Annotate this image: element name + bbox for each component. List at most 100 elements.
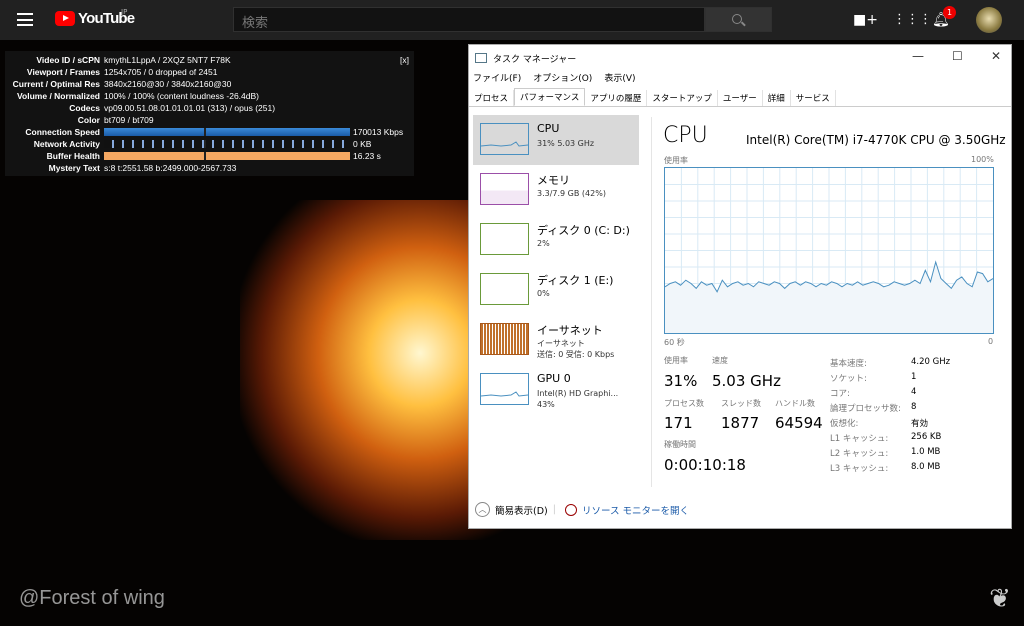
process-value: 171 xyxy=(664,414,693,432)
menu-icon[interactable] xyxy=(17,13,33,26)
tab-2[interactable]: アプリの履歴 xyxy=(585,90,648,106)
close-stats-button[interactable]: [x] xyxy=(400,55,409,65)
resource-detail: イーサネット 送信: 0 受信: 0 Kbps xyxy=(537,338,614,360)
resource-thumbnail xyxy=(480,123,529,155)
tab-6[interactable]: サービス xyxy=(791,90,836,106)
stats-label: Viewport / Frames xyxy=(26,67,100,77)
youtube-logo-icon[interactable] xyxy=(55,11,75,26)
thread-value: 1877 xyxy=(721,414,760,432)
resource-thumbnail xyxy=(480,373,529,405)
stats-row: Codecs vp09.00.51.08.01.01.01.01 (313) / … xyxy=(5,102,414,114)
simple-view-button[interactable]: 簡易表示(D) xyxy=(495,503,548,517)
stats-value: 100% / 100% (content loudness -26.4dB) xyxy=(104,91,259,101)
search-button[interactable] xyxy=(705,7,772,32)
window-title: タスク マネージャー xyxy=(493,55,577,65)
resource-item[interactable]: GPU 0 Intel(R) HD Graphi... 43% xyxy=(473,365,639,415)
stats-value: 0 KB xyxy=(353,139,372,149)
resource-item[interactable]: イーサネット イーサネット 送信: 0 受信: 0 Kbps xyxy=(473,315,639,365)
spec-label: L1 キャッシュ: xyxy=(830,434,889,444)
tab-1[interactable]: パフォーマンス xyxy=(514,88,586,106)
stats-label: Buffer Health xyxy=(46,151,100,161)
menu-item[interactable]: オプション(O) xyxy=(533,71,592,84)
stats-row: Color bt709 / bt709 xyxy=(5,114,414,126)
stats-row: Current / Optimal Res 3840x2160@30 / 3840… xyxy=(5,78,414,90)
tab-3[interactable]: スタートアップ xyxy=(647,90,718,106)
stats-row: Viewport / Frames 1254x705 / 0 dropped of… xyxy=(5,66,414,78)
cpu-usage-graph xyxy=(664,167,994,334)
footer: ︿ 簡易表示(D) | リソース モニターを開く xyxy=(475,502,689,517)
create-video-icon[interactable]: ■+ xyxy=(853,12,878,28)
stats-value: vp09.00.51.08.01.01.01.01 (313) / opus (… xyxy=(104,103,276,113)
resource-sub2: 43% xyxy=(537,400,555,409)
spec-label: ソケット: xyxy=(830,374,867,384)
resource-name: イーサネット xyxy=(537,324,603,337)
search-input[interactable]: 検索 xyxy=(233,7,705,32)
resource-thumbnail xyxy=(480,223,529,255)
resource-sub: 0% xyxy=(537,289,550,298)
menu-item[interactable]: ファイル(F) xyxy=(473,71,521,84)
usage-value: 31% xyxy=(664,372,698,390)
stats-label: Codecs xyxy=(69,103,100,113)
spec-label: 論理プロセッサ数: xyxy=(830,404,901,414)
resource-detail: 3.3/7.9 GB (42%) xyxy=(537,188,606,199)
chevron-up-icon[interactable]: ︿ xyxy=(475,502,490,517)
tab-4[interactable]: ユーザー xyxy=(718,90,763,106)
resource-sub: 3.3/7.9 GB (42%) xyxy=(537,189,606,198)
stats-label: Mystery Text xyxy=(48,163,100,173)
tab-0[interactable]: プロセス xyxy=(469,90,515,106)
youtube-header: YouTube JP 検索 ■+ ⋮⋮⋮ 🔔︎ 1 xyxy=(0,0,1024,40)
stats-row: Network Activity 0 KB xyxy=(5,138,414,150)
spec-value: 有効 xyxy=(911,419,929,429)
resource-item[interactable]: ディスク 0 (C: D:) 2% xyxy=(473,215,639,265)
stats-value: kmythL1LppA / 2XQZ 5NT7 F78K xyxy=(104,55,231,65)
notification-badge: 1 xyxy=(943,6,956,19)
resource-detail: Intel(R) HD Graphi... 43% xyxy=(537,388,618,410)
stats-value: 170013 Kbps xyxy=(353,127,404,137)
resource-item[interactable]: CPU 31% 5.03 GHz xyxy=(473,115,639,165)
stats-label: Network Activity xyxy=(33,139,100,149)
tab-bar: プロセス パフォーマンス アプリの履歴 スタートアップ ユーザー 詳細 サービス xyxy=(469,88,1011,107)
spec-value: 1 xyxy=(911,372,917,382)
graph-label: 使用率 xyxy=(664,156,688,165)
spec-label: 基本速度: xyxy=(830,359,867,369)
stats-label: Color xyxy=(77,115,100,125)
uptime-value: 0:00:10:18 xyxy=(664,456,746,474)
region-label: JP xyxy=(121,8,128,16)
cpu-usage-chart xyxy=(664,168,994,333)
resource-item[interactable]: ディスク 1 (E:) 0% xyxy=(473,265,639,315)
divider xyxy=(651,117,652,487)
stats-for-nerds-panel: [x] Video ID / sCPN kmythL1LppA / 2XQZ 5N… xyxy=(5,51,414,176)
open-resource-monitor-link[interactable]: リソース モニターを開く xyxy=(582,503,689,517)
avatar[interactable] xyxy=(976,7,1002,33)
spec-value: 1.0 MB xyxy=(911,447,941,457)
stats-value: 16.23 s xyxy=(353,151,381,161)
menu-bar: ファイル(F) オプション(O) 表示(V) xyxy=(473,71,636,84)
minimize-button[interactable]: — xyxy=(912,49,924,63)
watermark-text: @Forest of wing xyxy=(19,587,165,609)
apps-icon[interactable]: ⋮⋮⋮ xyxy=(893,12,932,27)
menu-item[interactable]: 表示(V) xyxy=(604,71,635,84)
resource-name: ディスク 1 (E:) xyxy=(537,274,614,287)
resource-item[interactable]: メモリ 3.3/7.9 GB (42%) xyxy=(473,165,639,215)
close-button[interactable]: ✕ xyxy=(991,49,1001,63)
net-bar xyxy=(104,140,350,148)
graph-max: 100% xyxy=(971,155,994,164)
stats-label: Volume / Normalized xyxy=(17,91,100,101)
tab-5[interactable]: 詳細 xyxy=(763,90,791,106)
resource-name: CPU xyxy=(537,122,560,135)
conn-bar xyxy=(104,128,350,136)
resource-sub: イーサネット xyxy=(537,339,585,348)
maximize-button[interactable]: ☐ xyxy=(952,49,963,63)
spec-value: 4.20 GHz xyxy=(911,357,951,367)
spec-value: 8 xyxy=(911,402,917,412)
spec-label: L3 キャッシュ: xyxy=(830,464,889,474)
stats-value: bt709 / bt709 xyxy=(104,115,154,125)
resource-monitor-icon xyxy=(564,503,577,516)
stats-row: Mystery Text s:8 t:2551.58 b:2499.000-256… xyxy=(5,162,414,174)
stats-row: Buffer Health 16.23 s xyxy=(5,150,414,162)
stats-label: Connection Speed xyxy=(25,127,100,137)
spec-value: 4 xyxy=(911,387,917,397)
stats-row: Video ID / sCPN kmythL1LppA / 2XQZ 5NT7 F… xyxy=(5,54,414,66)
uptime-label: 稼働時間 xyxy=(664,440,696,449)
buf-bar xyxy=(104,152,350,160)
